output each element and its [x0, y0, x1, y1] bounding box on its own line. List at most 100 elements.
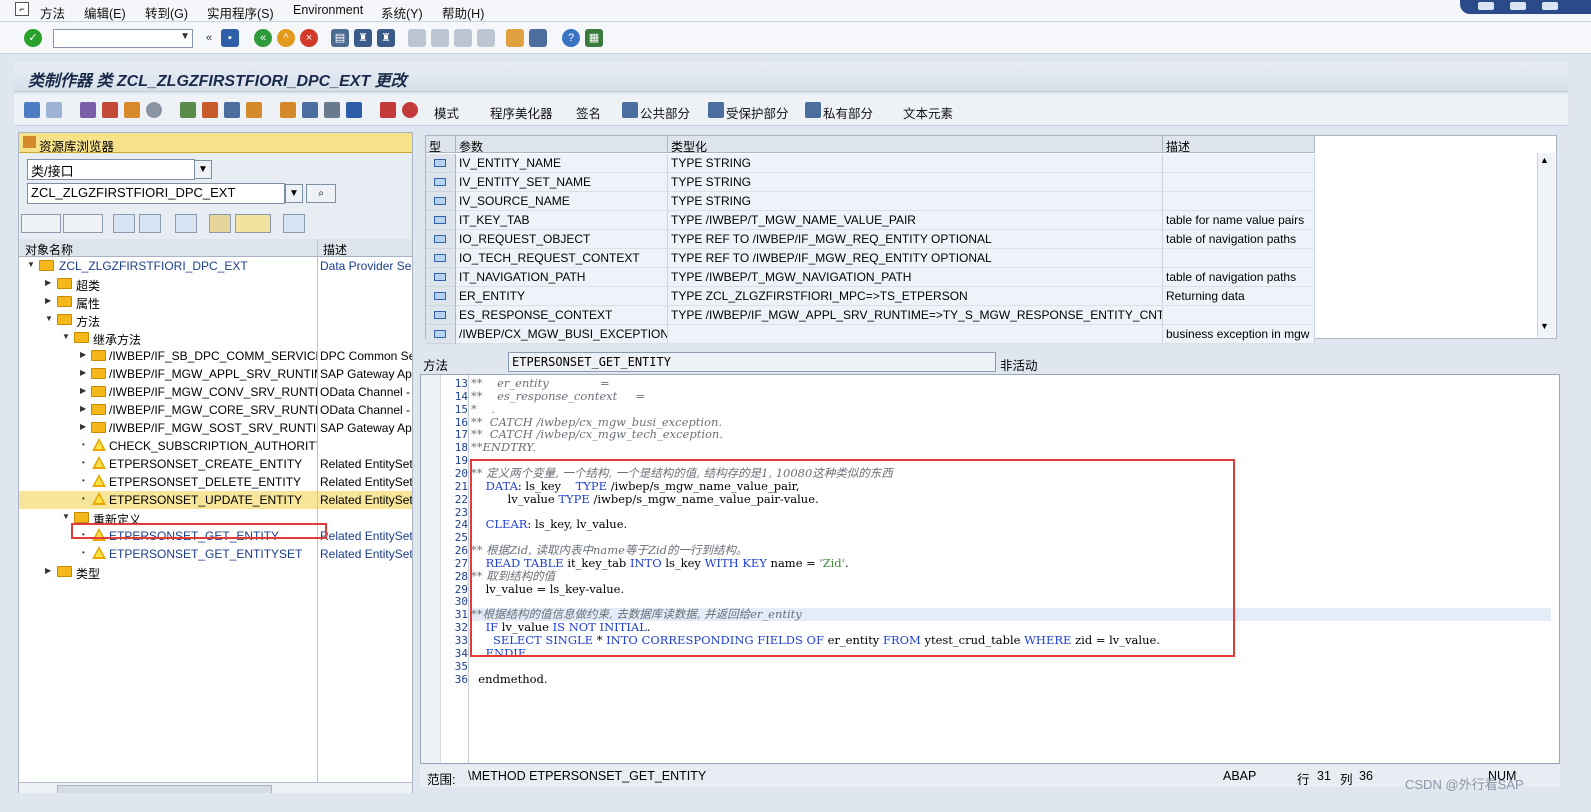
enter-check-icon[interactable]: ✓	[24, 29, 42, 47]
info-icon[interactable]	[346, 102, 362, 118]
tree-node-method[interactable]: • CHECK_SUBSCRIPTION_AUTHORITY	[19, 437, 412, 455]
table-row[interactable]: IT_KEY_TAB TYPE /IWBEP/T_MGW_NAME_VALUE_P…	[426, 211, 1558, 230]
scroll-up-icon[interactable]: ▲	[1540, 155, 1549, 165]
object-name-input[interactable]: ZCL_ZLGZFIRSTFIORI_DPC_EXT	[27, 183, 285, 204]
collapse-all-icon[interactable]	[139, 214, 161, 233]
collapse-icon[interactable]: «	[200, 29, 218, 47]
menu-method[interactable]: 方法	[40, 3, 65, 22]
check-icon[interactable]	[102, 102, 118, 118]
object-type-select[interactable]: 类/接口	[27, 159, 195, 180]
navigation-icon[interactable]	[246, 102, 262, 118]
hierarchy-icon[interactable]	[280, 102, 296, 118]
protected-section-button[interactable]: 受保护部分	[726, 103, 789, 122]
code-line[interactable]: ** CATCH /iwbep/cx_mgw_tech_exception.	[471, 428, 1551, 441]
tree-node-types[interactable]: ▶ 类型	[19, 563, 412, 581]
table-row[interactable]: IT_NAVIGATION_PATH TYPE /IWBEP/T_MGW_NAVI…	[426, 268, 1558, 287]
menu-edit[interactable]: 编辑(E)	[84, 3, 126, 22]
private-section-button[interactable]: 私有部分	[823, 103, 873, 122]
save-icon[interactable]: ▪	[221, 29, 239, 47]
table-row[interactable]: ER_ENTITY TYPE ZCL_ZLGZFIRSTFIORI_MPC=>TS…	[426, 287, 1558, 306]
layout-icon[interactable]	[324, 102, 340, 118]
collapsed-arrow-icon[interactable]: ▶	[45, 278, 51, 287]
scroll-down-icon[interactable]: ▼	[1540, 321, 1549, 331]
back-nav-button[interactable]	[21, 214, 61, 233]
chevron-down-icon[interactable]: ▼	[285, 184, 303, 203]
collapsed-arrow-icon[interactable]: ▶	[80, 368, 86, 377]
command-field[interactable]: ▼	[53, 29, 193, 48]
column-divider[interactable]	[317, 239, 318, 782]
shortcut-icon[interactable]	[529, 29, 547, 47]
menu-system[interactable]: 系统(Y)	[381, 3, 423, 22]
refresh-icon[interactable]	[283, 214, 305, 233]
tree-node-inherited[interactable]: ▼ 继承方法	[19, 329, 412, 347]
expanded-arrow-icon[interactable]: ▼	[62, 332, 70, 341]
forward-nav-button[interactable]	[63, 214, 103, 233]
tree-node-method-selected[interactable]: • ETPERSONSET_UPDATE_ENTITY Related Enti…	[19, 491, 412, 509]
collapsed-arrow-icon[interactable]: ▶	[80, 350, 86, 359]
display-change-icon[interactable]	[80, 102, 96, 118]
table-row[interactable]: IV_ENTITY_NAME TYPE STRING	[426, 154, 1558, 173]
minimize-icon[interactable]	[1478, 2, 1494, 10]
expanded-arrow-icon[interactable]: ▼	[27, 260, 35, 269]
tree-node-class[interactable]: ▼ ZCL_ZLGZFIRSTFIORI_DPC_EXT Data Provid…	[19, 257, 412, 275]
expand-all-icon[interactable]	[113, 214, 135, 233]
code-line[interactable]	[471, 660, 1551, 673]
test-icon[interactable]	[146, 102, 162, 118]
menu-goto[interactable]: 转到(G)	[145, 3, 188, 22]
public-section-button[interactable]: 公共部分	[640, 103, 690, 122]
table-row[interactable]: ES_RESPONSE_CONTEXT TYPE /IWBEP/IF_MGW_AP…	[426, 306, 1558, 325]
new-session-icon[interactable]	[506, 29, 524, 47]
table-row[interactable]: IO_TECH_REQUEST_CONTEXT TYPE REF TO /IWBE…	[426, 249, 1558, 268]
table-row[interactable]: IO_REQUEST_OBJECT TYPE REF TO /IWBEP/IF_M…	[426, 230, 1558, 249]
collapsed-arrow-icon[interactable]: ▶	[80, 386, 86, 395]
maximize-icon[interactable]	[1510, 2, 1526, 10]
table-row[interactable]: IV_SOURCE_NAME TYPE STRING	[426, 192, 1558, 211]
edit-icon[interactable]	[202, 102, 218, 118]
tree-node-interface[interactable]: ▶ /IWBEP/IF_MGW_CORE_SRV_RUNTIM OData Ch…	[19, 401, 412, 419]
tree-node-method[interactable]: • ETPERSONSET_CREATE_ENTITY Related Enti…	[19, 455, 412, 473]
print-icon[interactable]: ▤	[331, 29, 349, 47]
tree-node-interface[interactable]: ▶ /IWBEP/IF_SB_DPC_COMM_SERVICES DPC Com…	[19, 347, 412, 365]
arrow-right-icon[interactable]	[46, 102, 62, 118]
tree-node-interface[interactable]: ▶ /IWBEP/IF_MGW_SOST_SRV_RUNTIM SAP Gate…	[19, 419, 412, 437]
chevron-down-icon[interactable]: ▼	[180, 31, 190, 42]
favorites-icon[interactable]	[235, 214, 271, 233]
back-icon[interactable]: «	[254, 29, 272, 47]
code-line[interactable]: endmethod.	[471, 672, 1551, 686]
find-icon[interactable]	[175, 214, 197, 233]
next-page-icon[interactable]	[454, 29, 472, 47]
menu-help[interactable]: 帮助(H)	[442, 3, 484, 22]
tree-node-superclass[interactable]: ▶ 超类	[19, 275, 412, 293]
sap-menu-icon[interactable]: ⌐	[15, 2, 29, 16]
expanded-arrow-icon[interactable]: ▼	[62, 512, 70, 521]
where-used-icon[interactable]	[180, 102, 196, 118]
code-line[interactable]: ** es_response_context =	[471, 389, 1551, 403]
first-page-icon[interactable]	[408, 29, 426, 47]
collapsed-arrow-icon[interactable]: ▶	[80, 422, 86, 431]
collapsed-arrow-icon[interactable]: ▶	[80, 404, 86, 413]
tree-node-attributes[interactable]: ▶ 属性	[19, 293, 412, 311]
cancel-icon[interactable]: ×	[300, 29, 318, 47]
tree-node-method[interactable]: • ETPERSONSET_GET_ENTITYSET Related Enti…	[19, 545, 412, 563]
object-list-icon[interactable]	[224, 102, 240, 118]
chevron-down-icon[interactable]: ▼	[194, 160, 212, 179]
help-icon[interactable]: ?	[562, 29, 580, 47]
tree-node-interface[interactable]: ▶ /IWBEP/IF_MGW_APPL_SRV_RUNTIM SAP Gate…	[19, 365, 412, 383]
menu-utilities[interactable]: 实用程序(S)	[207, 3, 274, 22]
code-line[interactable]: * .	[471, 402, 1551, 416]
table-row[interactable]: /IWBEP/CX_MGW_BUSI_EXCEPTION business exc…	[426, 325, 1558, 344]
pretty-printer-button[interactable]: 程序美化器	[490, 103, 553, 122]
last-page-icon[interactable]	[477, 29, 495, 47]
find-icon[interactable]: ♜	[354, 29, 372, 47]
tree-node-method[interactable]: • ETPERSONSET_DELETE_ENTITY Related Enti…	[19, 473, 412, 491]
pattern-icon[interactable]	[302, 102, 318, 118]
close-icon[interactable]	[1542, 2, 1558, 10]
vertical-scrollbar[interactable]: ▲ ▼	[1537, 153, 1555, 337]
signature-button[interactable]: 签名	[576, 103, 601, 122]
tree-node-methods[interactable]: ▼ 方法	[19, 311, 412, 329]
external-breakpoint-icon[interactable]	[402, 102, 418, 118]
menu-environment[interactable]: Environment	[293, 3, 363, 17]
expanded-arrow-icon[interactable]: ▼	[45, 314, 53, 323]
display-glasses-icon[interactable]: ⌕	[306, 184, 336, 203]
breakpoint-icon[interactable]	[380, 102, 396, 118]
